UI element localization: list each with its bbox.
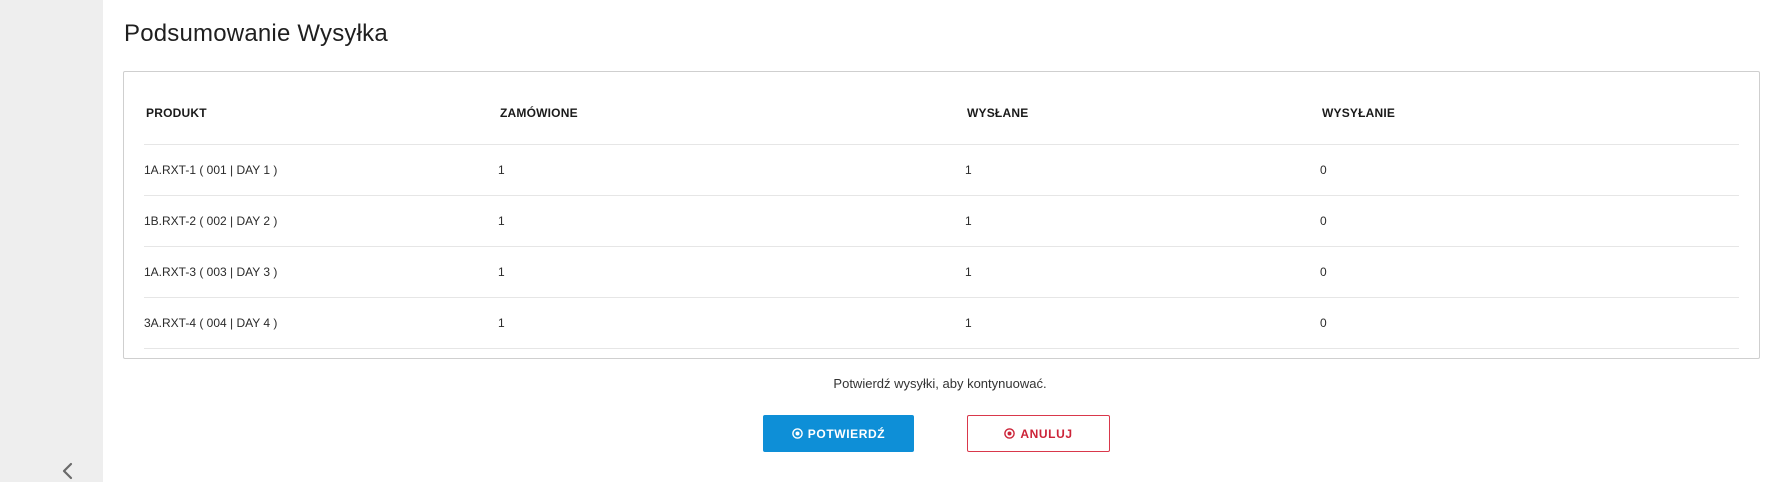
cell-shipped: 1 (965, 246, 1320, 298)
cell-product: 1B.RXT-2 ( 002 | DAY 2 ) (144, 195, 498, 247)
cell-ordered: 1 (498, 297, 965, 349)
cell-shipping: 0 (1320, 297, 1739, 349)
times-circle-icon (1004, 428, 1016, 439)
cell-shipping: 0 (1320, 144, 1739, 196)
confirmation-hint: Potwierdź wysyłki, aby kontynuować. (833, 376, 1047, 391)
page-title: Podsumowanie Wysyłka (124, 20, 388, 47)
table-row: 1A.RXT-3 ( 003 | DAY 3 ) 1 1 0 (144, 246, 1739, 298)
cancel-button-label: ANULUJ (1020, 426, 1073, 441)
cell-shipped: 1 (965, 195, 1320, 247)
summary-table: PRODUKT ZAMÓWIONE WYSŁANE WYSYŁANIE 1A.R… (144, 72, 1739, 349)
check-circle-icon (791, 428, 803, 439)
column-header-shipping: WYSYŁANIE (1320, 72, 1739, 145)
cell-ordered: 1 (498, 144, 965, 196)
confirm-button-label: POTWIERDŹ (807, 426, 886, 441)
cell-ordered: 1 (498, 195, 965, 247)
cell-ordered: 1 (498, 246, 965, 298)
table-row: 3A.RXT-4 ( 004 | DAY 4 ) 1 1 0 (144, 297, 1739, 349)
column-header-product: PRODUKT (144, 72, 498, 145)
sidebar-strip (0, 0, 103, 482)
table-row: 1A.RXT-1 ( 001 | DAY 1 ) 1 1 0 (144, 144, 1739, 196)
column-header-ordered: ZAMÓWIONE (498, 72, 965, 145)
confirm-button[interactable]: POTWIERDŹ (763, 415, 914, 452)
column-header-shipped: WYSŁANE (965, 72, 1320, 145)
cell-shipped: 1 (965, 144, 1320, 196)
summary-table-card: PRODUKT ZAMÓWIONE WYSŁANE WYSYŁANIE 1A.R… (123, 71, 1760, 359)
table-header-row: PRODUKT ZAMÓWIONE WYSŁANE WYSYŁANIE (144, 72, 1739, 145)
cell-product: 3A.RXT-4 ( 004 | DAY 4 ) (144, 297, 498, 349)
cell-product: 1A.RXT-1 ( 001 | DAY 1 ) (144, 144, 498, 196)
chevron-left-icon[interactable] (58, 460, 78, 482)
cell-shipping: 0 (1320, 195, 1739, 247)
cancel-button[interactable]: ANULUJ (967, 415, 1110, 452)
cell-shipped: 1 (965, 297, 1320, 349)
table-row: 1B.RXT-2 ( 002 | DAY 2 ) 1 1 0 (144, 195, 1739, 247)
cell-shipping: 0 (1320, 246, 1739, 298)
cell-product: 1A.RXT-3 ( 003 | DAY 3 ) (144, 246, 498, 298)
